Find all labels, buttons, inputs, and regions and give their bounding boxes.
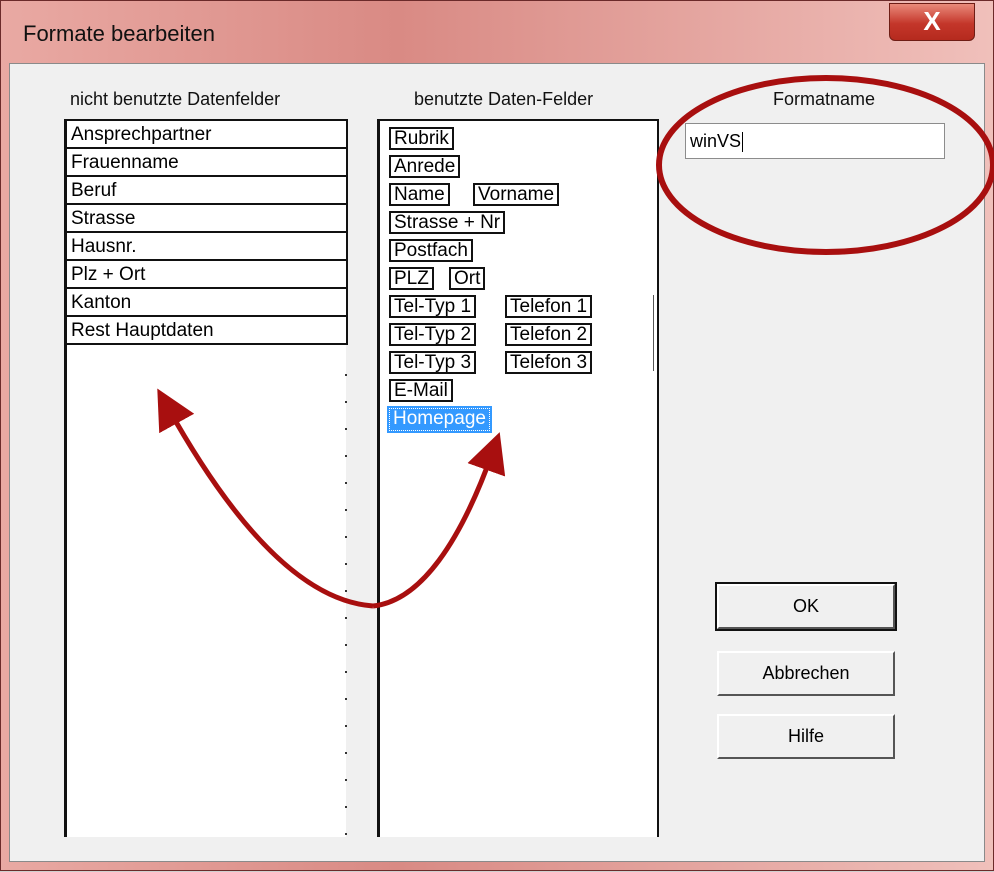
- guide-dot: [345, 401, 347, 403]
- guide-dot: [345, 725, 347, 727]
- field-plz[interactable]: PLZ: [389, 267, 434, 290]
- unused-field-item[interactable]: Frauenname: [67, 149, 346, 177]
- unused-field-item[interactable]: Rest Hauptdaten: [67, 317, 346, 345]
- field-teltyp3[interactable]: Tel-Typ 3: [389, 351, 477, 374]
- window-title: Formate bearbeiten: [23, 21, 215, 46]
- field-ort[interactable]: Ort: [449, 267, 486, 290]
- help-button[interactable]: Hilfe: [717, 714, 895, 759]
- field-strasse-nr[interactable]: Strasse + Nr: [389, 211, 506, 234]
- guide-dot: [345, 617, 347, 619]
- guide-dot: [345, 779, 347, 781]
- ok-button[interactable]: OK: [715, 582, 897, 631]
- unused-field-item[interactable]: Kanton: [67, 289, 346, 317]
- cancel-button[interactable]: Abbrechen: [717, 651, 895, 696]
- guide-dot: [345, 428, 347, 430]
- list-divider: [346, 119, 348, 345]
- unused-fields-header: nicht benutzte Datenfelder: [70, 89, 281, 109]
- used-fields-header: benutzte Daten-Felder: [414, 89, 594, 109]
- formatname-input[interactable]: winVS: [685, 123, 945, 159]
- guide-dot: [345, 509, 347, 511]
- title-bar[interactable]: Formate bearbeiten X: [1, 1, 994, 63]
- unused-field-item[interactable]: Ansprechpartner: [67, 121, 346, 149]
- guide-dot: [345, 536, 347, 538]
- close-icon: X: [923, 6, 941, 36]
- guide-dot: [345, 698, 347, 700]
- used-fields-list[interactable]: Rubrik Anrede Name Vorname Strasse + Nr …: [377, 119, 659, 837]
- field-postfach[interactable]: Postfach: [389, 239, 473, 262]
- field-homepage-selected[interactable]: Homepage: [387, 406, 492, 433]
- dialog-window: Formate bearbeiten X nicht benutzte Date…: [0, 0, 994, 871]
- formatname-value: winVS: [690, 131, 742, 151]
- unused-field-item[interactable]: Beruf: [67, 177, 346, 205]
- unused-field-item[interactable]: Hausnr.: [67, 233, 346, 261]
- field-teltyp1[interactable]: Tel-Typ 1: [389, 295, 477, 318]
- guide-dot: [345, 374, 347, 376]
- field-anrede[interactable]: Anrede: [389, 155, 461, 178]
- field-name[interactable]: Name: [389, 183, 450, 206]
- unused-field-item[interactable]: Strasse: [67, 205, 346, 233]
- field-telefon1[interactable]: Telefon 1: [505, 295, 593, 318]
- guide-dot: [345, 590, 347, 592]
- guide-dot: [345, 752, 347, 754]
- formatname-label: Formatname: [773, 89, 876, 109]
- field-teltyp2[interactable]: Tel-Typ 2: [389, 323, 477, 346]
- guide-dot: [345, 455, 347, 457]
- guide-dot: [345, 806, 347, 808]
- guide-dot: [345, 644, 347, 646]
- close-button[interactable]: X: [889, 3, 975, 41]
- guide-dot: [345, 482, 347, 484]
- column-marker: [653, 295, 654, 371]
- dialog-client-area: nicht benutzte Datenfelder benutzte Date…: [9, 63, 985, 862]
- guide-dot: [345, 671, 347, 673]
- field-email[interactable]: E-Mail: [389, 379, 453, 402]
- field-rubrik[interactable]: Rubrik: [389, 127, 454, 150]
- field-telefon2[interactable]: Telefon 2: [505, 323, 593, 346]
- unused-fields-list[interactable]: Ansprechpartner Frauenname Beruf Strasse Hau…: [64, 119, 346, 837]
- guide-dot: [345, 833, 347, 835]
- guide-dot: [345, 563, 347, 565]
- field-vorname[interactable]: Vorname: [473, 183, 560, 206]
- unused-field-item[interactable]: Plz + Ort: [67, 261, 346, 289]
- field-telefon3[interactable]: Telefon 3: [505, 351, 593, 374]
- text-caret: [742, 132, 744, 153]
